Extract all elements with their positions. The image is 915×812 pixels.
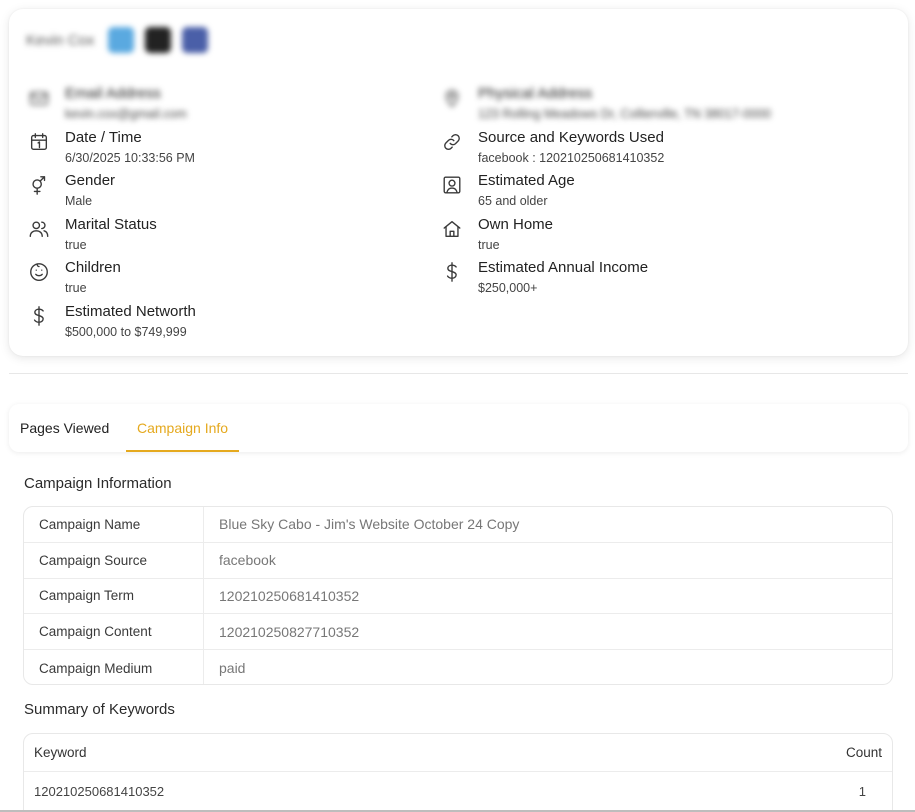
marital-status-field: Marital Status true xyxy=(27,216,157,253)
link-icon xyxy=(440,130,464,154)
table-row: Campaign Medium paid xyxy=(24,650,892,684)
calendar-icon xyxy=(27,130,51,154)
section-divider xyxy=(9,373,908,374)
campaign-content-value: 120210250827710352 xyxy=(219,623,360,640)
smile-icon xyxy=(27,260,51,284)
table-row: Campaign Content 120210250827710352 xyxy=(24,614,892,651)
keywords-table-header: Keyword Count xyxy=(24,734,892,772)
dollar-icon xyxy=(27,304,51,328)
own-home-label: Own Home xyxy=(478,216,554,233)
portrait-icon xyxy=(440,173,464,197)
children-field: Children true xyxy=(27,259,121,296)
children-label: Children xyxy=(65,259,121,276)
datetime-value: 6/30/2025 10:33:56 PM xyxy=(65,151,195,165)
annual-income-value: $250,000+ xyxy=(478,281,538,295)
email-value: kevin.cox@gmail.com xyxy=(65,107,187,121)
dollar-icon xyxy=(440,260,464,284)
email-icon xyxy=(27,86,51,110)
address-field: Physical Address 123 Rolling Meadows Dr,… xyxy=(440,85,771,122)
lead-name: Kevin Cox xyxy=(26,31,95,49)
children-value: true xyxy=(65,281,87,295)
email-field: Email Address kevin.cox@gmail.com xyxy=(27,85,187,122)
campaign-name-value: Blue Sky Cabo - Jim's Website October 24… xyxy=(219,516,520,533)
address-label: Physical Address xyxy=(478,85,593,102)
source-keywords-value: facebook : 120210250681410352 xyxy=(478,151,665,165)
marital-status-label: Marital Status xyxy=(65,216,157,233)
networth-field: Estimated Networth $500,000 to $749,999 xyxy=(27,303,196,340)
campaign-source-value: facebook xyxy=(219,552,276,569)
campaign-name-key: Campaign Name xyxy=(24,507,204,542)
campaign-medium-key: Campaign Medium xyxy=(24,650,204,684)
keywords-summary-title: Summary of Keywords xyxy=(24,701,175,718)
campaign-medium-value: paid xyxy=(219,660,246,677)
x-social-icon[interactable] xyxy=(145,27,171,53)
campaign-term-value: 120210250681410352 xyxy=(219,587,360,604)
keywords-table: Keyword Count 120210250681410352 1 xyxy=(23,733,893,812)
annual-income-label: Estimated Annual Income xyxy=(478,259,649,276)
campaign-info-title: Campaign Information xyxy=(24,475,172,492)
marital-status-value: true xyxy=(65,238,87,252)
tab-campaign-info[interactable]: Campaign Info xyxy=(126,404,240,452)
campaign-info-table: Campaign Name Blue Sky Cabo - Jim's Webs… xyxy=(23,506,893,685)
address-value: 123 Rolling Meadows Dr, Collierville, TN… xyxy=(478,107,771,121)
campaign-term-key: Campaign Term xyxy=(24,578,204,614)
table-row: Campaign Term 120210250681410352 xyxy=(24,578,892,615)
email-label: Email Address xyxy=(65,85,161,102)
table-row: Campaign Name Blue Sky Cabo - Jim's Webs… xyxy=(24,507,892,543)
datetime-label: Date / Time xyxy=(65,129,142,146)
location-icon xyxy=(440,86,464,110)
own-home-value: true xyxy=(478,238,500,252)
gender-field: Gender Male xyxy=(27,172,115,209)
estimated-age-label: Estimated Age xyxy=(478,172,575,189)
networth-value: $500,000 to $749,999 xyxy=(65,325,187,339)
profile-header: Kevin Cox xyxy=(26,27,219,53)
annual-income-field: Estimated Annual Income $250,000+ xyxy=(440,259,648,296)
table-row: Campaign Source facebook xyxy=(24,542,892,579)
lead-profile-card: Kevin Cox Email Address kevin.cox@gmail.… xyxy=(9,9,908,356)
gender-value: Male xyxy=(65,194,93,208)
keyword-column-header: Keyword xyxy=(34,745,87,760)
count-cell: 1 xyxy=(858,783,866,799)
gender-icon xyxy=(27,173,51,197)
campaign-content-key: Campaign Content xyxy=(24,614,204,650)
table-row: 120210250681410352 1 xyxy=(24,772,892,810)
home-icon xyxy=(440,217,464,241)
source-keywords-label: Source and Keywords Used xyxy=(478,129,664,146)
facebook-icon[interactable] xyxy=(182,27,208,53)
campaign-source-key: Campaign Source xyxy=(24,542,204,578)
own-home-field: Own Home true xyxy=(440,216,553,253)
estimated-age-value: 65 and older xyxy=(478,194,548,208)
count-column-header: Count xyxy=(845,745,882,760)
networth-label: Estimated Networth xyxy=(65,303,196,320)
tab-bar: Pages Viewed Campaign Info xyxy=(9,404,908,452)
tab-pages-viewed[interactable]: Pages Viewed xyxy=(9,404,120,452)
users-icon xyxy=(27,217,51,241)
source-keywords-field: Source and Keywords Used facebook : 1202… xyxy=(440,129,664,166)
keyword-cell: 120210250681410352 xyxy=(34,783,165,799)
datetime-field: Date / Time 6/30/2025 10:33:56 PM xyxy=(27,129,195,166)
twitter-icon[interactable] xyxy=(108,27,134,53)
estimated-age-field: Estimated Age 65 and older xyxy=(440,172,575,209)
gender-label: Gender xyxy=(65,172,116,189)
